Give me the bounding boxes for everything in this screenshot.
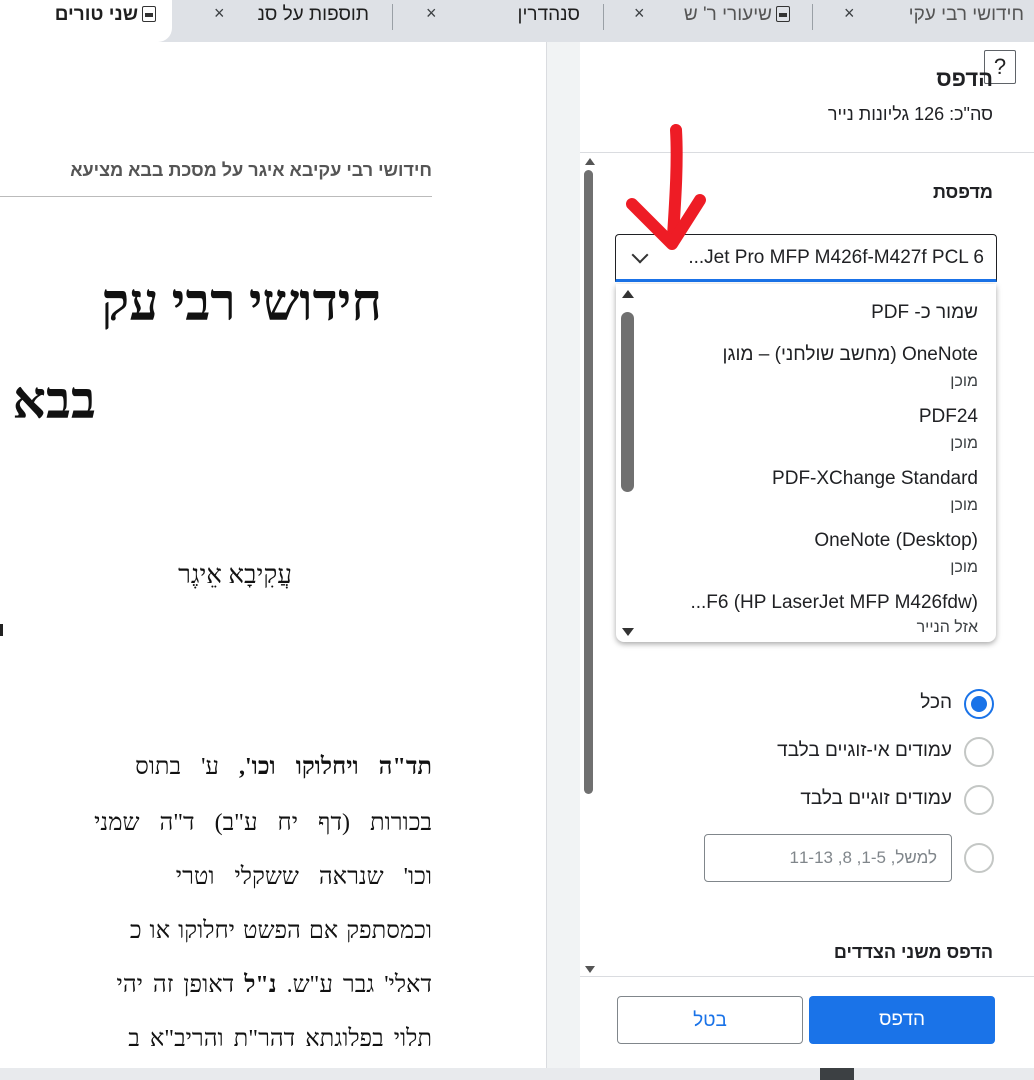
radio-button-odd[interactable]	[964, 737, 994, 767]
document-preview: חידושי רבי עקיבא איגר על מסכת בבא מציעא …	[0, 42, 546, 1068]
pdf-file-icon	[776, 6, 790, 22]
red-arrow-annotation-icon	[626, 124, 706, 250]
option-status: מוכן	[950, 435, 978, 452]
tab-label: שיעורי ר' ש	[683, 4, 772, 25]
dialog-title: הדפס	[936, 66, 993, 91]
tab-label: תוספות על סנ	[257, 4, 369, 25]
dropdown-scrollbar-thumb[interactable]	[621, 312, 634, 492]
bold-text: נ"ל	[244, 972, 277, 998]
option-name: שמור כ- PDF	[871, 302, 978, 323]
close-icon[interactable]: ×	[634, 2, 645, 24]
scroll-up-arrow-icon[interactable]	[585, 158, 595, 165]
radio-label: עמודים זוגיים בלבד	[800, 788, 952, 809]
scroll-down-arrow-icon[interactable]	[622, 628, 634, 636]
pages-odd-option[interactable]: עמודים אי-זוגיים בלבד	[614, 736, 994, 768]
header-rule	[0, 196, 432, 197]
body-line: תד"ה ויחלוקו וכו', ע' בתוס	[135, 754, 432, 781]
running-head: חידושי רבי עקיבא איגר על מסכת בבא מציעא	[70, 160, 432, 180]
settings-scrollbar-thumb[interactable]	[584, 170, 593, 794]
body-text: ע' בתוס	[135, 754, 240, 780]
close-icon[interactable]: ×	[844, 2, 855, 24]
option-status: מוכן	[950, 373, 978, 390]
tab-separator	[603, 4, 604, 30]
body-line: בכורות (דף יח ע"ב) ד"ה שמני	[94, 810, 432, 836]
tab-label: חידושי רבי עקי	[908, 4, 1024, 25]
pdf-file-icon	[142, 6, 156, 22]
printer-option-hp-laserjet[interactable]: ...F6 (HP LaserJet MFP M426fdw) אזל הניי…	[690, 592, 978, 638]
pages-even-option[interactable]: עמודים זוגיים בלבד	[614, 784, 994, 816]
radio-label: הכל	[920, 692, 952, 713]
close-icon[interactable]: ×	[426, 2, 437, 24]
document-author: עֲקִיבָא אֵיגֶר	[178, 560, 292, 589]
body-line: וכמסתפק אם הפשט יחלוקו או כ	[129, 918, 432, 944]
printer-option-onenote-protected[interactable]: OneNote (מחשב שולחני) – מוגן מוכן	[723, 344, 978, 392]
body-text: דאופן זה יהי	[116, 972, 245, 998]
tab-label: שני טורים	[54, 4, 138, 25]
scroll-up-arrow-icon[interactable]	[622, 290, 634, 298]
body-line: וכו' שנראה ששקלי וטרי	[175, 864, 432, 890]
tab-shiurei[interactable]: שיעורי ר' ש ×	[630, 0, 806, 42]
option-status: מוכן	[950, 497, 978, 514]
pages-all-option[interactable]: הכל	[614, 688, 994, 720]
document-title-line1: חידושי רבי עק	[101, 275, 382, 332]
tab-tosafot[interactable]: תוספות על סנ ×	[210, 0, 385, 42]
tab-separator	[392, 4, 393, 30]
printer-dropdown: שמור כ- PDF OneNote (מחשב שולחני) – מוגן…	[616, 284, 996, 642]
printer-option-pdf-xchange[interactable]: PDF-XChange Standard מוכן	[772, 468, 978, 516]
tab-chidushei[interactable]: חידושי רבי עקי ×	[840, 0, 1034, 42]
close-icon[interactable]: ×	[214, 2, 225, 24]
tab-sanhedrin[interactable]: סנהדרין ×	[420, 0, 596, 42]
scroll-down-arrow-icon[interactable]	[585, 966, 595, 973]
option-name: PDF-XChange Standard	[772, 468, 978, 489]
radio-button-custom[interactable]	[964, 843, 994, 873]
printer-option-onenote-desktop[interactable]: OneNote (Desktop) מוכן	[814, 530, 978, 578]
option-name: OneNote (Desktop)	[814, 530, 978, 551]
divider	[580, 976, 1034, 977]
radio-button-all[interactable]	[964, 689, 994, 719]
option-status: אזל הנייר	[916, 619, 978, 636]
cancel-button[interactable]: בטל	[617, 996, 803, 1044]
sheet-count: סה"כ: 126 גליונות נייר	[827, 104, 993, 124]
margin-mark	[0, 624, 3, 636]
printer-option-pdf24[interactable]: PDF24 מוכן	[919, 406, 978, 454]
document-title-line2: בבא	[12, 373, 96, 430]
tab-label: סנהדרין	[517, 4, 580, 25]
window-bottom-edge	[820, 1068, 854, 1080]
tab-separator	[812, 4, 813, 30]
radio-label: עמודים אי-זוגיים בלבד	[777, 740, 952, 761]
body-text: דאלי' גבר ע"ש.	[276, 972, 432, 998]
option-name: ...F6 (HP LaserJet MFP M426fdw)	[690, 592, 978, 613]
tab-two-columns[interactable]: שני טורים	[0, 0, 172, 42]
option-name: PDF24	[918, 406, 978, 427]
bold-text: תד"ה ויחלוקו וכו',	[239, 754, 432, 780]
printer-option-save-pdf[interactable]: שמור כ- PDF	[871, 302, 978, 324]
custom-pages-input[interactable]: למשל, 1-5, 8, 11-13	[704, 834, 952, 882]
duplex-label: הדפס משני הצדדים	[833, 942, 993, 962]
print-button[interactable]: הדפס	[809, 996, 995, 1044]
body-line: דאלי' גבר ע"ש. נ"ל דאופן זה יהי	[117, 972, 432, 999]
printer-label: מדפסת	[932, 182, 993, 202]
radio-button-even[interactable]	[964, 785, 994, 815]
selected-printer: ...Jet Pro MFP M426f-M427f PCL 6	[688, 247, 984, 268]
preview-gutter	[546, 42, 580, 1068]
tab-bar: שני טורים תוספות על סנ × סנהדרין × שיעור…	[0, 0, 1034, 42]
pages-custom-option[interactable]: למשל, 1-5, 8, 11-13	[614, 834, 994, 882]
option-status: מוכן	[950, 559, 978, 576]
window-bottom-edge	[0, 1068, 1034, 1080]
option-name: OneNote (מחשב שולחני) – מוגן	[722, 344, 978, 365]
body-line: תלוי בפלוגתא דהר"ת והריב"א ב	[128, 1026, 432, 1052]
